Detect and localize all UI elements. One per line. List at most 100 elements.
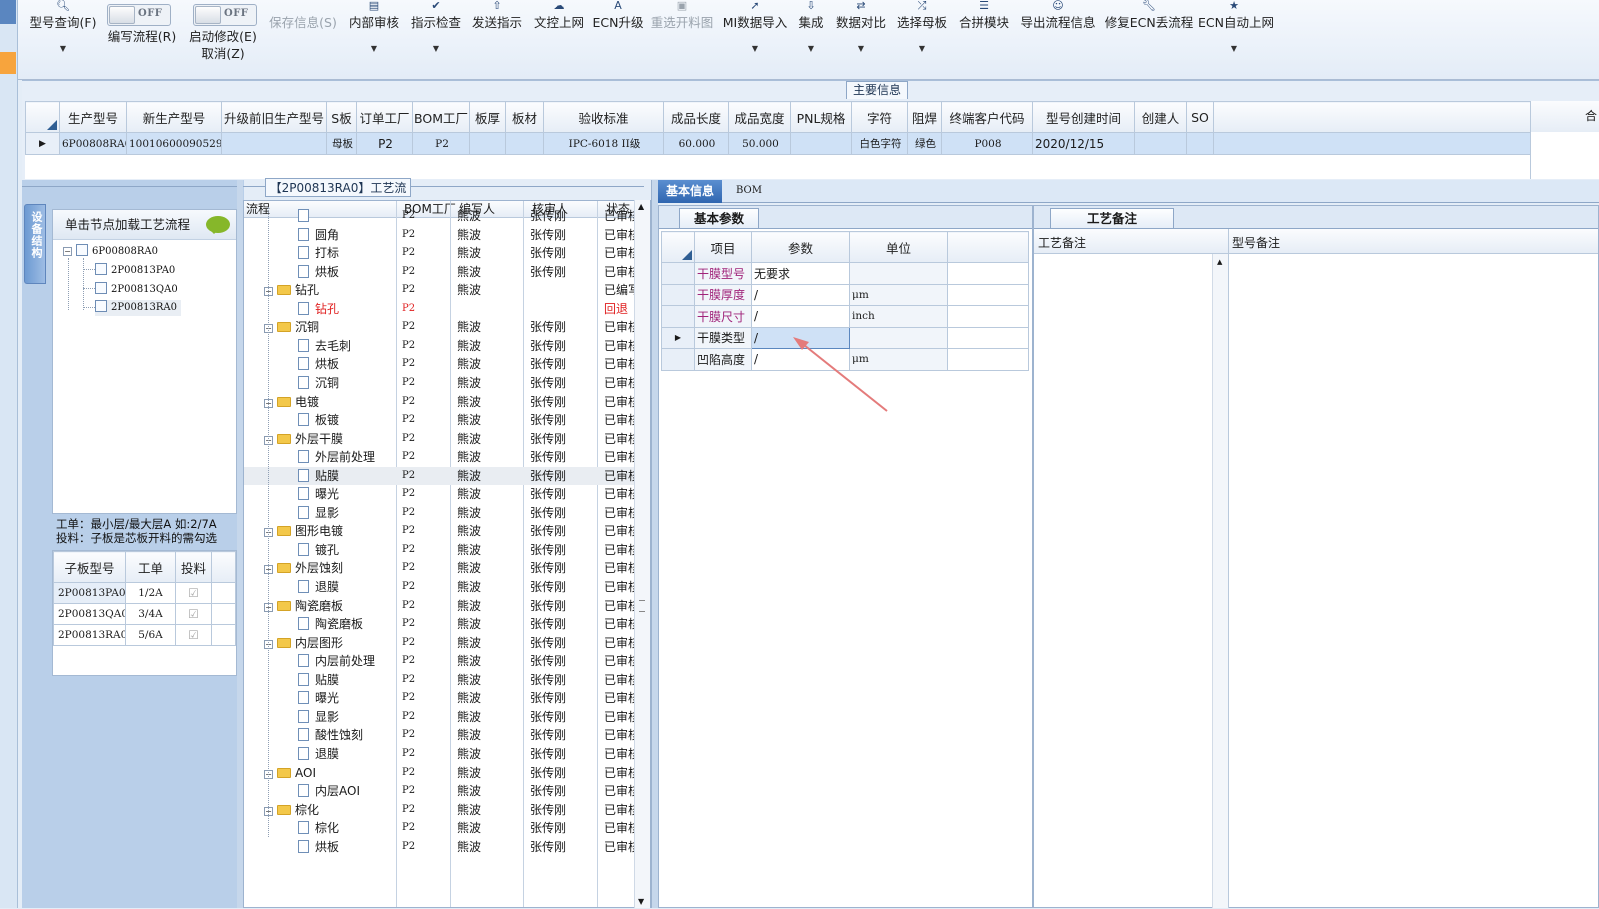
cell[interactable]: 白色字符	[851, 132, 908, 155]
flow-row[interactable]: 曝光 P2 熊波 张传刚 已审核	[244, 689, 636, 708]
tree-node-child[interactable]: 2P00813QA0	[95, 282, 178, 298]
cell[interactable]: 绿色	[907, 132, 942, 155]
flow-scrollbar[interactable]: ▲ ▼	[634, 200, 650, 908]
col-sub-model[interactable]: 子板型号	[53, 551, 126, 583]
save-button[interactable]: 保存信息(S)	[268, 0, 338, 66]
col-header[interactable]: 成品长度	[663, 101, 729, 133]
flow-row[interactable]: 棕化 P2 熊波 张传刚 已审核	[244, 819, 636, 838]
cell[interactable]: 2020/12/15	[1032, 132, 1135, 155]
col-model-note[interactable]: 型号备注	[1232, 234, 1280, 251]
cell[interactable]: IPC-6018 II级	[543, 132, 664, 155]
flow-row[interactable]: −沉铜P2熊波张传刚已审核	[244, 318, 636, 337]
flow-row[interactable]: 烘板 P2 熊波 张传刚 已审核	[244, 355, 636, 374]
flow-row[interactable]: −AOIP2熊波张传刚已审核	[244, 764, 636, 783]
col-header[interactable]: 型号创建时间	[1032, 101, 1135, 133]
flow-row[interactable]: 打标 P2 熊波 张传刚 已审核	[244, 244, 636, 263]
col-header[interactable]: BOM工厂	[412, 101, 470, 133]
ecn-upgrade-button[interactable]: A ECN升级	[592, 0, 644, 66]
flow-row[interactable]: 外层前处理 P2 熊波 张传刚 已审核	[244, 448, 636, 467]
tab-basic-params[interactable]: 基本参数	[679, 208, 760, 228]
feed-checkbox[interactable]: ☑	[175, 582, 212, 604]
cell[interactable]: 母板	[326, 132, 357, 155]
cell[interactable]	[790, 132, 852, 155]
cell[interactable]	[505, 132, 544, 155]
flow-row[interactable]: −内层图形P2熊波张传刚已审核	[244, 634, 636, 653]
flow-row[interactable]: −图形电镀P2熊波张传刚已审核	[244, 522, 636, 541]
cell[interactable]: P008	[941, 132, 1033, 155]
tree-node-child[interactable]: 2P00813PA0	[95, 263, 175, 279]
flow-row[interactable]: 退膜 P2 熊波 张传刚 已审核	[244, 578, 636, 597]
col-feed[interactable]: 投料	[175, 551, 212, 583]
select-all-corner[interactable]	[25, 101, 60, 133]
col-header[interactable]: 验收标准	[543, 101, 664, 133]
tab-bom[interactable]: BOM	[728, 180, 770, 203]
flow-row[interactable]: 圆角 P2 熊波 张传刚 已审核	[244, 226, 636, 245]
flow-row[interactable]: 沉铜 P2 熊波 张传刚 已审核	[244, 374, 636, 393]
start-modify-toggle[interactable]: OFF	[193, 4, 257, 26]
flow-row[interactable]: 去毛刺 P2 熊波 张传刚 已审核	[244, 337, 636, 356]
flow-row[interactable]: P2 熊波 张传刚 已审核	[244, 207, 636, 226]
tree-node-selected[interactable]: 2P00813RA0	[95, 300, 182, 316]
cell[interactable]	[1134, 132, 1187, 155]
flow-row[interactable]: −电镀P2熊波张传刚已审核	[244, 393, 636, 412]
doc-upload-button[interactable]: ☁ 文控上网	[531, 0, 587, 66]
instruct-check-button[interactable]: ✔ 指示检查 ▼	[408, 0, 464, 66]
internal-review-button[interactable]: ▤ 内部审核 ▼	[346, 0, 402, 66]
col-header[interactable]: 升级前旧生产型号	[221, 101, 327, 133]
cell[interactable]	[221, 132, 327, 155]
flow-row[interactable]: 显影 P2 熊波 张传刚 已审核	[244, 504, 636, 523]
flow-row[interactable]: 陶瓷磨板 P2 熊波 张传刚 已审核	[244, 615, 636, 634]
mi-import-button[interactable]: ➚ MI数据导入 ▼	[722, 0, 788, 66]
col-header[interactable]: S板	[326, 101, 357, 133]
tree-header[interactable]: 单击节点加载工艺流程	[53, 210, 236, 240]
tab-process-notes[interactable]: 工艺备注	[1050, 208, 1175, 228]
splitter-left[interactable]	[237, 180, 243, 908]
write-flow-toggle[interactable]: OFF	[107, 4, 171, 26]
col-header[interactable]: 字符	[851, 101, 908, 133]
flow-row[interactable]: −陶瓷磨板P2熊波张传刚已审核	[244, 597, 636, 616]
feed-checkbox[interactable]: ☑	[175, 624, 212, 646]
tree-node-root[interactable]: −6P00808RA0	[63, 244, 158, 260]
flow-row[interactable]: 曝光 P2 熊波 张传刚 已审核	[244, 485, 636, 504]
col-header[interactable]: 阻焊	[907, 101, 942, 133]
col-header[interactable]: 板材	[505, 101, 544, 133]
col-header[interactable]: 新生产型号	[126, 101, 222, 133]
cell[interactable]	[1186, 132, 1214, 155]
flow-row[interactable]: 贴膜 P2 熊波 张传刚 已审核	[244, 671, 636, 690]
cell[interactable]	[469, 132, 506, 155]
data-compare-button[interactable]: ⇄ 数据对比 ▼	[835, 0, 887, 66]
flow-row[interactable]: 酸性蚀刻 P2 熊波 张传刚 已审核	[244, 726, 636, 745]
select-board-button[interactable]: ⤮ 选择母板 ▼	[896, 0, 948, 66]
merge-module-button[interactable]: ☰ 合拼模块	[958, 0, 1010, 66]
splitter-vertical[interactable]	[651, 180, 658, 908]
cell[interactable]: P2	[356, 132, 413, 155]
integrate-button[interactable]: ⇩ 集成 ▼	[794, 0, 828, 66]
flow-row[interactable]: 烘板 P2 熊波 张传刚 已审核	[244, 263, 636, 282]
notes-scrollbar[interactable]: ▲	[1212, 254, 1228, 908]
flow-row[interactable]: 退膜 P2 熊波 张传刚 已审核	[244, 745, 636, 764]
flow-row[interactable]: −钻孔P2熊波已编写	[244, 281, 636, 300]
ecn-auto-button[interactable]: ★ ECN自动上网 ▼	[1198, 0, 1274, 66]
col-header[interactable]: 终端客户代码	[941, 101, 1033, 133]
flow-row[interactable]: −外层干膜P2熊波张传刚已审核	[244, 430, 636, 449]
flow-row[interactable]: 镀孔 P2 熊波 张传刚 已审核	[244, 541, 636, 560]
flow-row[interactable]: 贴膜 P2 熊波 张传刚 已审核	[244, 466, 636, 486]
flow-row[interactable]: 烘板 P2 熊波 张传刚 已审核	[244, 838, 636, 857]
col-work-order[interactable]: 工单	[125, 551, 176, 583]
cell[interactable]: 60.000	[663, 132, 729, 155]
chevron-down-icon[interactable]: ▼	[28, 42, 98, 56]
flow-row[interactable]: −外层蚀刻P2熊波张传刚已审核	[244, 559, 636, 578]
query-model-button[interactable]: 🔍︎ 型号查询(F) ▼	[28, 0, 98, 66]
main-info-row[interactable]: ▶ 6P00808RA0 10010600090529 母板 P2 P2 IPC-6018…	[25, 132, 1532, 155]
feed-checkbox[interactable]: ☑	[175, 603, 212, 625]
export-flow-button[interactable]: ☺ 导出流程信息	[1019, 0, 1097, 66]
cell[interactable]: 10010600090529	[126, 132, 222, 155]
col-process-note[interactable]: 工艺备注	[1038, 234, 1086, 251]
cell[interactable]: 6P00808RA0	[59, 132, 127, 155]
flow-row[interactable]: −棕化P2熊波张传刚已审核	[244, 801, 636, 820]
fix-ecn-button[interactable]: 🔧︎ 修复ECN丢流程	[1104, 0, 1194, 66]
flow-row[interactable]: 内层AOI P2 熊波 张传刚 已审核	[244, 782, 636, 801]
table-row[interactable]: 2P00813RA0 5/6A ☑	[53, 624, 236, 646]
table-row[interactable]: 2P00813QA0 3/4A ☑	[53, 603, 236, 625]
col-header[interactable]: 成品宽度	[728, 101, 791, 133]
